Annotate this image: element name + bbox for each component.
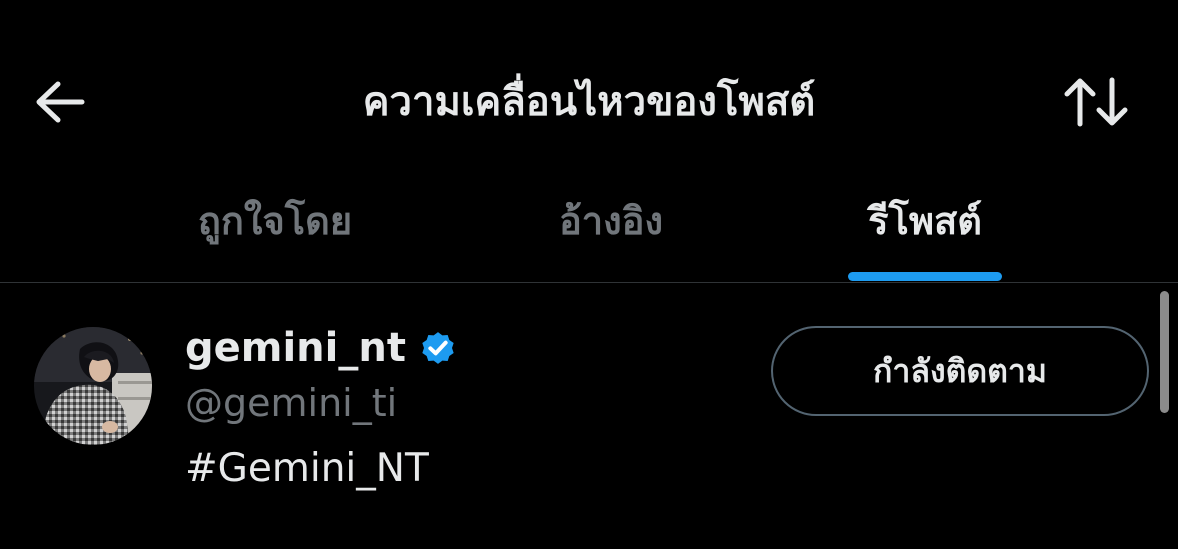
top-bar: ความเคลื่อนไหวของโพสต์ xyxy=(0,0,1178,175)
tab-label: รีโพสต์ xyxy=(868,199,982,243)
sort-button[interactable] xyxy=(1058,72,1134,132)
display-name-row: gemini_nt xyxy=(185,323,458,373)
tab-bar: ถูกใจโดย อ้างอิง รีโพสต์ xyxy=(0,175,1178,282)
page-title: ความเคลื่อนไหวของโพสต์ xyxy=(362,79,816,125)
scrollbar[interactable] xyxy=(1160,291,1169,413)
tab-quotes[interactable]: อ้างอิง xyxy=(486,175,736,282)
tab-reposts[interactable]: รีโพสต์ xyxy=(800,175,1050,282)
user-bio[interactable]: #Gemini_NT xyxy=(185,443,429,495)
verified-badge-icon xyxy=(422,332,454,364)
tab-label: ถูกใจโดย xyxy=(197,199,353,243)
back-button[interactable] xyxy=(30,74,90,130)
arrow-left-icon xyxy=(36,81,85,123)
sort-arrows-icon xyxy=(1064,77,1128,127)
user-handle[interactable]: @gemini_ti xyxy=(185,378,397,428)
avatar-photo xyxy=(34,327,152,445)
user-list-item[interactable]: gemini_nt @gemini_ti #Gemini_NT กำลังติด… xyxy=(0,283,1178,549)
tab-label: อ้างอิง xyxy=(558,199,664,243)
display-name[interactable]: gemini_nt xyxy=(185,323,406,373)
avatar[interactable] xyxy=(34,327,152,445)
tab-liked-by[interactable]: ถูกใจโดย xyxy=(150,175,400,282)
active-tab-indicator xyxy=(848,272,1002,281)
following-button[interactable]: กำลังติดตาม xyxy=(771,326,1149,416)
